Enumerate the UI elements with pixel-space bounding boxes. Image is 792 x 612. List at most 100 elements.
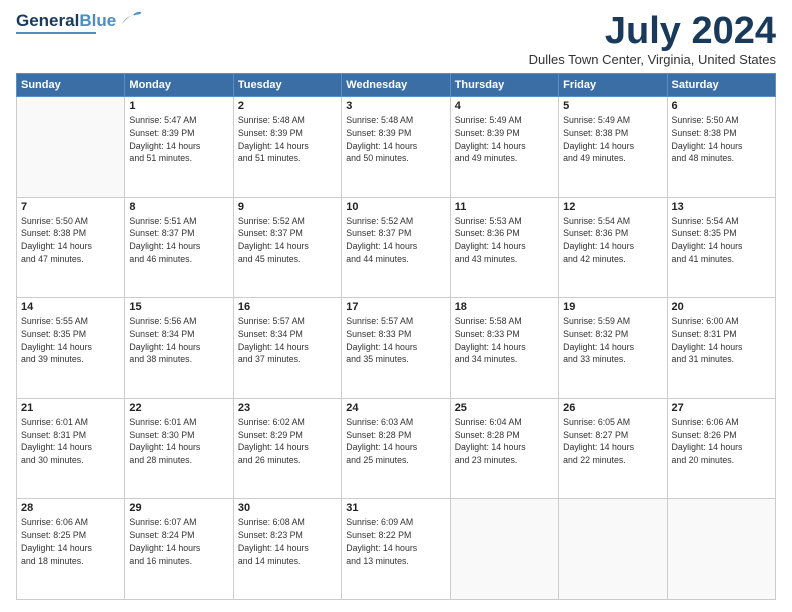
calendar-cell: 12 Sunrise: 5:54 AM Sunset: 8:36 PM Dayli…: [559, 197, 667, 298]
day-number: 28: [21, 502, 120, 514]
cell-content: Sunrise: 6:03 AM Sunset: 8:28 PM Dayligh…: [346, 416, 445, 467]
calendar-cell: 7 Sunrise: 5:50 AM Sunset: 8:38 PM Daylig…: [17, 197, 125, 298]
day-number: 1: [129, 100, 228, 112]
calendar-week-row: 21 Sunrise: 6:01 AM Sunset: 8:31 PM Dayli…: [17, 398, 776, 499]
cell-content: Sunrise: 6:07 AM Sunset: 8:24 PM Dayligh…: [129, 516, 228, 567]
calendar-table: Sunday Monday Tuesday Wednesday Thursday…: [16, 73, 776, 600]
cell-content: Sunrise: 5:59 AM Sunset: 8:32 PM Dayligh…: [563, 315, 662, 366]
cell-content: Sunrise: 5:50 AM Sunset: 8:38 PM Dayligh…: [21, 215, 120, 266]
cell-content: Sunrise: 5:53 AM Sunset: 8:36 PM Dayligh…: [455, 215, 554, 266]
calendar-cell: 30Sunrise: 6:08 AM Sunset: 8:23 PM Dayli…: [233, 499, 341, 600]
day-number: 9: [238, 201, 337, 213]
calendar-cell: 14Sunrise: 5:55 AM Sunset: 8:35 PM Dayli…: [17, 298, 125, 399]
calendar-cell: 31Sunrise: 6:09 AM Sunset: 8:22 PM Dayli…: [342, 499, 450, 600]
cell-content: Sunrise: 6:00 AM Sunset: 8:31 PM Dayligh…: [672, 315, 771, 366]
header-saturday: Saturday: [667, 74, 775, 97]
calendar-cell: 4 Sunrise: 5:49 AM Sunset: 8:39 PM Daylig…: [450, 97, 558, 198]
cell-content: Sunrise: 5:50 AM Sunset: 8:38 PM Dayligh…: [672, 114, 771, 165]
cell-content: Sunrise: 5:57 AM Sunset: 8:33 PM Dayligh…: [346, 315, 445, 366]
cell-content: Sunrise: 5:54 AM Sunset: 8:36 PM Dayligh…: [563, 215, 662, 266]
calendar-body: 1 Sunrise: 5:47 AM Sunset: 8:39 PM Daylig…: [17, 97, 776, 600]
day-number: 21: [21, 402, 120, 414]
day-number: 15: [129, 301, 228, 313]
logo: GeneralBlue: [16, 12, 142, 34]
calendar-cell: 1 Sunrise: 5:47 AM Sunset: 8:39 PM Daylig…: [125, 97, 233, 198]
calendar-cell: [17, 97, 125, 198]
day-number: 13: [672, 201, 771, 213]
day-number: 16: [238, 301, 337, 313]
day-number: 22: [129, 402, 228, 414]
day-number: 20: [672, 301, 771, 313]
logo-bird-icon: [120, 10, 142, 28]
page: GeneralBlue July 2024 Dulles Town Center…: [0, 0, 792, 612]
day-number: 7: [21, 201, 120, 213]
day-number: 19: [563, 301, 662, 313]
cell-content: Sunrise: 5:51 AM Sunset: 8:37 PM Dayligh…: [129, 215, 228, 266]
location: Dulles Town Center, Virginia, United Sta…: [529, 52, 776, 67]
day-number: 18: [455, 301, 554, 313]
calendar-cell: [559, 499, 667, 600]
header-thursday: Thursday: [450, 74, 558, 97]
day-number: 6: [672, 100, 771, 112]
header-monday: Monday: [125, 74, 233, 97]
day-number: 8: [129, 201, 228, 213]
cell-content: Sunrise: 5:52 AM Sunset: 8:37 PM Dayligh…: [346, 215, 445, 266]
weekday-header-row: Sunday Monday Tuesday Wednesday Thursday…: [17, 74, 776, 97]
calendar-cell: 23Sunrise: 6:02 AM Sunset: 8:29 PM Dayli…: [233, 398, 341, 499]
cell-content: Sunrise: 5:47 AM Sunset: 8:39 PM Dayligh…: [129, 114, 228, 165]
calendar-cell: 28 Sunrise: 6:06 AM Sunset: 8:25 PM Dayli…: [17, 499, 125, 600]
day-number: 26: [563, 402, 662, 414]
day-number: 5: [563, 100, 662, 112]
cell-content: Sunrise: 6:04 AM Sunset: 8:28 PM Dayligh…: [455, 416, 554, 467]
cell-content: Sunrise: 6:06 AM Sunset: 8:26 PM Dayligh…: [672, 416, 771, 467]
cell-content: Sunrise: 6:09 AM Sunset: 8:22 PM Dayligh…: [346, 516, 445, 567]
day-number: 11: [455, 201, 554, 213]
calendar-cell: 21 Sunrise: 6:01 AM Sunset: 8:31 PM Dayli…: [17, 398, 125, 499]
header: GeneralBlue July 2024 Dulles Town Center…: [16, 12, 776, 67]
month-title: July 2024: [529, 12, 776, 50]
day-number: 12: [563, 201, 662, 213]
day-number: 3: [346, 100, 445, 112]
calendar-week-row: 1 Sunrise: 5:47 AM Sunset: 8:39 PM Daylig…: [17, 97, 776, 198]
logo-underline: [16, 32, 96, 34]
day-number: 29: [129, 502, 228, 514]
calendar-cell: 3Sunrise: 5:48 AM Sunset: 8:39 PM Daylig…: [342, 97, 450, 198]
calendar-cell: 11 Sunrise: 5:53 AM Sunset: 8:36 PM Dayli…: [450, 197, 558, 298]
cell-content: Sunrise: 5:58 AM Sunset: 8:33 PM Dayligh…: [455, 315, 554, 366]
day-number: 2: [238, 100, 337, 112]
header-tuesday: Tuesday: [233, 74, 341, 97]
calendar-week-row: 28 Sunrise: 6:06 AM Sunset: 8:25 PM Dayli…: [17, 499, 776, 600]
cell-content: Sunrise: 5:54 AM Sunset: 8:35 PM Dayligh…: [672, 215, 771, 266]
calendar-header: Sunday Monday Tuesday Wednesday Thursday…: [17, 74, 776, 97]
cell-content: Sunrise: 5:56 AM Sunset: 8:34 PM Dayligh…: [129, 315, 228, 366]
day-number: 30: [238, 502, 337, 514]
calendar-cell: 26Sunrise: 6:05 AM Sunset: 8:27 PM Dayli…: [559, 398, 667, 499]
header-wednesday: Wednesday: [342, 74, 450, 97]
cell-content: Sunrise: 5:49 AM Sunset: 8:39 PM Dayligh…: [455, 114, 554, 165]
calendar-cell: 18 Sunrise: 5:58 AM Sunset: 8:33 PM Dayli…: [450, 298, 558, 399]
calendar-cell: 10 Sunrise: 5:52 AM Sunset: 8:37 PM Dayli…: [342, 197, 450, 298]
calendar-cell: 27Sunrise: 6:06 AM Sunset: 8:26 PM Dayli…: [667, 398, 775, 499]
calendar-cell: [450, 499, 558, 600]
day-number: 4: [455, 100, 554, 112]
calendar-cell: 25 Sunrise: 6:04 AM Sunset: 8:28 PM Dayli…: [450, 398, 558, 499]
calendar-cell: 2Sunrise: 5:48 AM Sunset: 8:39 PM Daylig…: [233, 97, 341, 198]
cell-content: Sunrise: 6:01 AM Sunset: 8:31 PM Dayligh…: [21, 416, 120, 467]
day-number: 24: [346, 402, 445, 414]
calendar-cell: 29 Sunrise: 6:07 AM Sunset: 8:24 PM Dayli…: [125, 499, 233, 600]
day-number: 25: [455, 402, 554, 414]
cell-content: Sunrise: 5:57 AM Sunset: 8:34 PM Dayligh…: [238, 315, 337, 366]
logo-text: GeneralBlue: [16, 12, 116, 31]
calendar-cell: 6 Sunrise: 5:50 AM Sunset: 8:38 PM Daylig…: [667, 97, 775, 198]
cell-content: Sunrise: 5:49 AM Sunset: 8:38 PM Dayligh…: [563, 114, 662, 165]
calendar-cell: 16 Sunrise: 5:57 AM Sunset: 8:34 PM Dayli…: [233, 298, 341, 399]
cell-content: Sunrise: 6:06 AM Sunset: 8:25 PM Dayligh…: [21, 516, 120, 567]
header-sunday: Sunday: [17, 74, 125, 97]
day-number: 23: [238, 402, 337, 414]
day-number: 17: [346, 301, 445, 313]
title-block: July 2024 Dulles Town Center, Virginia, …: [529, 12, 776, 67]
calendar-week-row: 14Sunrise: 5:55 AM Sunset: 8:35 PM Dayli…: [17, 298, 776, 399]
header-friday: Friday: [559, 74, 667, 97]
day-number: 10: [346, 201, 445, 213]
calendar-cell: 20 Sunrise: 6:00 AM Sunset: 8:31 PM Dayli…: [667, 298, 775, 399]
